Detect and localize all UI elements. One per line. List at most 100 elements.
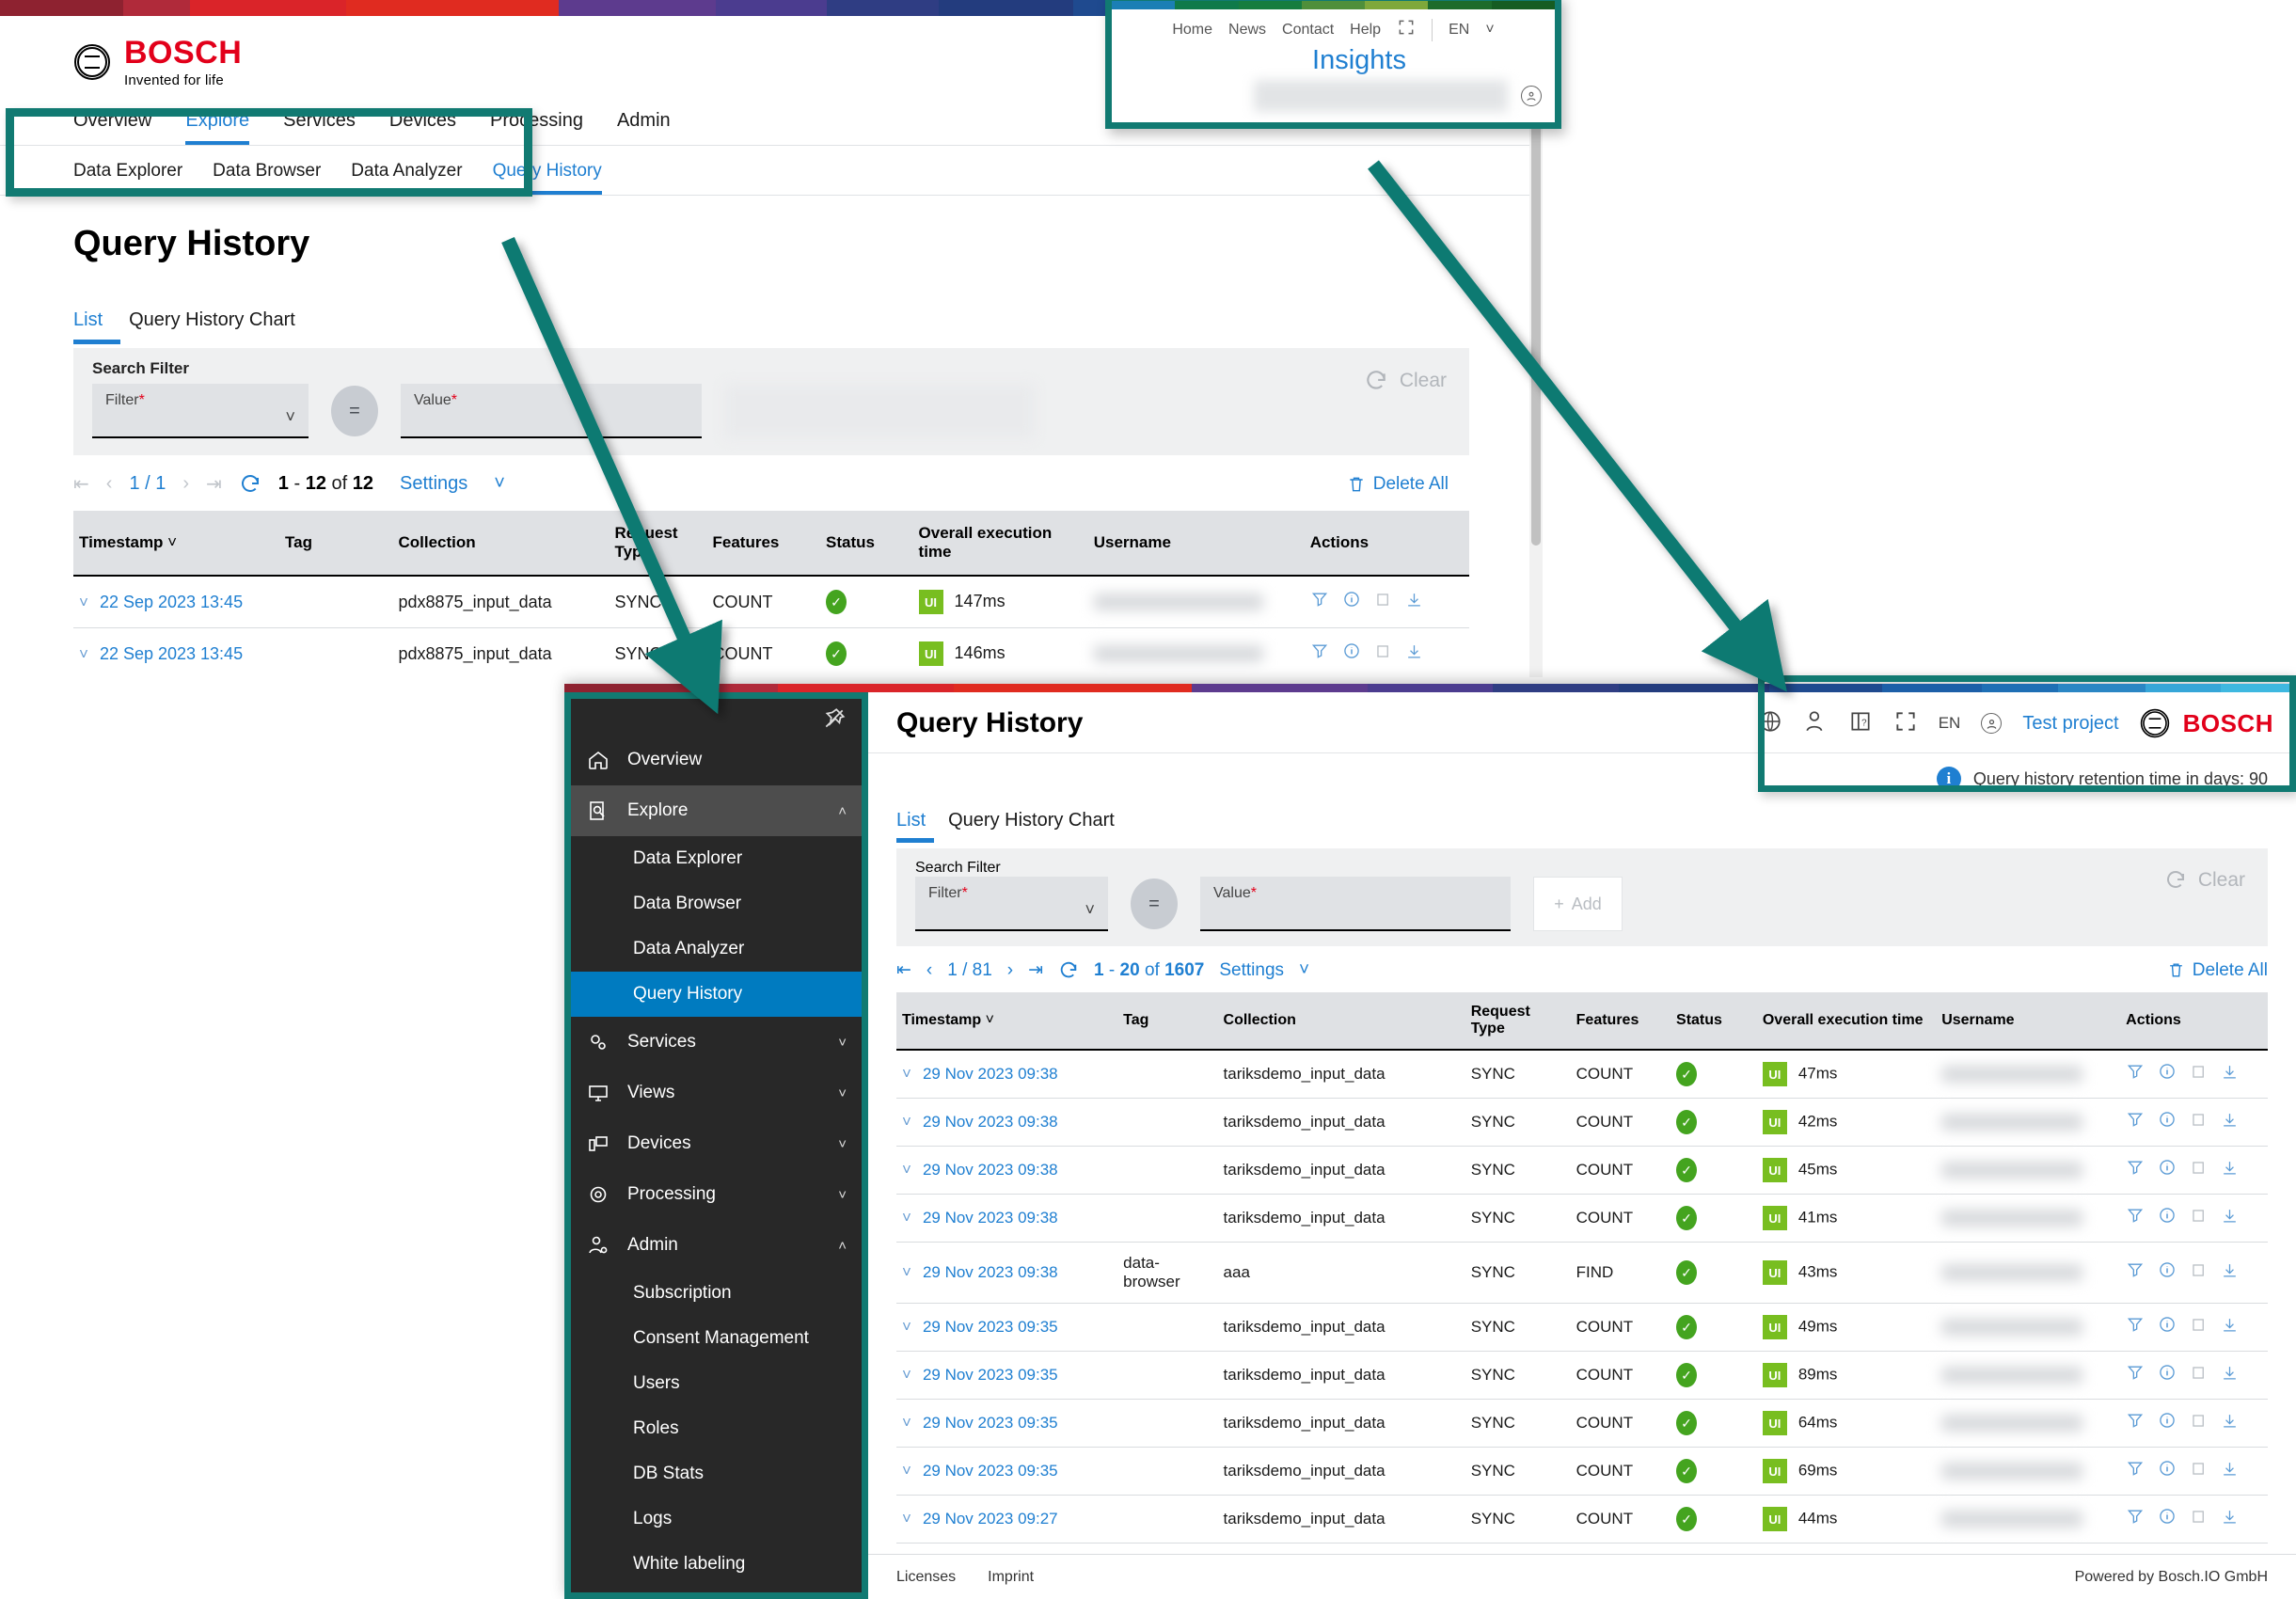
add-button-blurred[interactable] [724,384,1035,438]
tab-query-history-chart[interactable]: Query History Chart [948,810,1115,843]
clear-filter-button[interactable]: Clear [1364,369,1447,393]
insights-link-contact[interactable]: Contact [1282,22,1334,39]
first-page-button[interactable]: ⇤ [896,959,911,981]
operator-button[interactable]: = [1131,879,1178,929]
footer-links[interactable]: Licenses Imprint [896,1569,1034,1586]
filter-action-icon[interactable] [1310,590,1329,614]
filter-action-icon[interactable] [2126,1411,2145,1435]
expand-row-icon[interactable]: ˅ [902,1209,911,1227]
sidebar-subitem-users[interactable]: Users [571,1361,862,1406]
account-circle-icon[interactable] [1981,713,2003,734]
copy-action-icon[interactable] [2190,1111,2208,1134]
settings-button[interactable]: Settings [1219,960,1284,981]
copy-action-icon[interactable] [2190,1364,2208,1387]
download-action-icon[interactable] [2221,1111,2239,1134]
filter-action-icon[interactable] [2126,1062,2145,1086]
manual-help-icon[interactable]: ? [1848,709,1873,738]
filter-action-icon[interactable] [2126,1206,2145,1230]
sidebar-subitem-white-labeling[interactable]: White labeling [571,1542,862,1587]
filter-action-icon[interactable] [2126,1507,2145,1531]
download-action-icon[interactable] [2221,1364,2239,1387]
download-action-icon[interactable] [2221,1063,2239,1086]
copy-action-icon[interactable] [2190,1261,2208,1285]
view-tabs[interactable]: List Query History Chart [0,264,1543,344]
value-input[interactable]: Value* [401,384,702,438]
filter-action-icon[interactable] [2126,1363,2145,1387]
chevron-down-icon[interactable]: ˅ [838,1035,847,1051]
expand-row-icon[interactable]: ˅ [902,1065,911,1083]
last-page-button[interactable]: ⇥ [1028,959,1043,981]
globe-icon[interactable] [1758,709,1782,738]
sidebar-subitem-subscription[interactable]: Subscription [571,1271,862,1316]
download-action-icon[interactable] [2221,1316,2239,1339]
sidebar-item-admin[interactable]: Admin ˄ [571,1220,862,1271]
sidebar-item-services[interactable]: Services ˅ [571,1017,862,1068]
download-action-icon[interactable] [2221,1412,2239,1435]
copy-action-icon[interactable] [2190,1460,2208,1483]
table-row[interactable]: ˅ 22 Sep 2023 13:45 pdx8875_input_data SYNC… [73,576,1469,628]
insights-link-help[interactable]: Help [1350,22,1381,39]
table-row[interactable]: ˅ 22 Sep 2023 13:45 pdx8875_input_data SYNC… [73,627,1469,675]
sidebar-items[interactable]: Overview Explore ˄ Data Explorer Data Browse… [571,735,862,1599]
sidebar-subitem-data-browser[interactable]: Data Browser [571,881,862,926]
sidebar-subitem-consent-management[interactable]: Consent Management [571,1316,862,1361]
footer-link-imprint[interactable]: Imprint [988,1569,1034,1586]
chevron-down-icon[interactable]: ˅ [1485,22,1494,39]
sidebar-item-views[interactable]: Views ˅ [571,1068,862,1118]
header-toolbar[interactable]: ? EN Test project BOSCH [1758,708,2273,738]
download-action-icon[interactable] [1405,591,1423,614]
sidebar-subitem-db-stats[interactable]: DB Stats [571,1451,862,1496]
delete-all-button[interactable]: Delete All [2167,960,2268,981]
unpin-icon[interactable] [822,706,847,731]
info-action-icon[interactable] [2158,1459,2177,1483]
copy-action-icon[interactable] [2190,1508,2208,1531]
copy-action-icon[interactable] [2190,1159,2208,1182]
copy-action-icon[interactable] [2190,1412,2208,1435]
info-action-icon[interactable] [2158,1315,2177,1339]
expand-row-icon[interactable]: ˅ [902,1263,911,1281]
filter-action-icon[interactable] [2126,1158,2145,1182]
filter-action-icon[interactable] [2126,1315,2145,1339]
footer-link-licenses[interactable]: Licenses [896,1569,956,1586]
add-filter-button[interactable]: + Add [1533,877,1623,931]
sidebar-item-overview[interactable]: Overview [571,735,862,785]
chevron-down-icon[interactable]: ˅ [1299,960,1309,981]
download-action-icon[interactable] [2221,1460,2239,1483]
expand-row-icon[interactable]: ˅ [902,1318,911,1336]
chevron-up-icon[interactable]: ˄ [838,803,847,819]
download-action-icon[interactable] [2221,1159,2239,1182]
sidebar-subitem-logs[interactable]: Logs [571,1496,862,1542]
table-row[interactable]: ˅ 29 Nov 2023 09:35 tariksdemo_input_data S… [896,1351,2268,1400]
copy-action-icon[interactable] [1374,642,1392,666]
expand-row-icon[interactable]: ˅ [902,1462,911,1480]
project-selector[interactable]: Test project [2022,713,2118,735]
sidebar-item-devices[interactable]: Devices ˅ [571,1118,862,1169]
info-action-icon[interactable] [1342,590,1361,614]
reload-icon[interactable] [1058,960,1079,981]
table-row[interactable]: ˅ 29 Nov 2023 09:27 tariksdemo_input_data S… [896,1495,2268,1544]
sidebar-subitem-project[interactable]: Project [571,1587,862,1599]
info-action-icon[interactable] [2158,1158,2177,1182]
next-page-button[interactable]: › [1007,960,1013,981]
table-row[interactable]: ˅ 29 Nov 2023 09:38 tariksdemo_input_data S… [896,1146,2268,1195]
chevron-up-icon[interactable]: ˄ [838,1238,847,1254]
language-selector[interactable]: EN [1939,714,1961,733]
reload-icon[interactable] [239,473,261,496]
tab-query-history-chart[interactable]: Query History Chart [129,309,295,344]
tab-list[interactable]: List [896,810,935,843]
filter-action-icon[interactable] [2126,1110,2145,1134]
sidebar-item-explore[interactable]: Explore ˄ [571,785,862,836]
info-action-icon[interactable] [2158,1062,2177,1086]
info-action-icon[interactable] [2158,1507,2177,1531]
info-action-icon[interactable] [2158,1110,2177,1134]
sidebar-subitem-data-analyzer[interactable]: Data Analyzer [571,926,862,972]
info-action-icon[interactable] [2158,1411,2177,1435]
chevron-down-icon[interactable]: ˅ [838,1136,847,1152]
copy-action-icon[interactable] [2190,1316,2208,1339]
filter-select[interactable]: Filter* ˅ [92,384,309,438]
download-action-icon[interactable] [1405,642,1423,666]
sidebar-subitem-roles[interactable]: Roles [571,1406,862,1451]
table-row[interactable]: ˅ 29 Nov 2023 09:38 tariksdemo_input_data S… [896,1194,2268,1243]
chevron-down-icon[interactable]: ˅ [838,1085,847,1101]
table-row[interactable]: ˅ 29 Nov 2023 09:38 tariksdemo_input_data S… [896,1050,2268,1099]
